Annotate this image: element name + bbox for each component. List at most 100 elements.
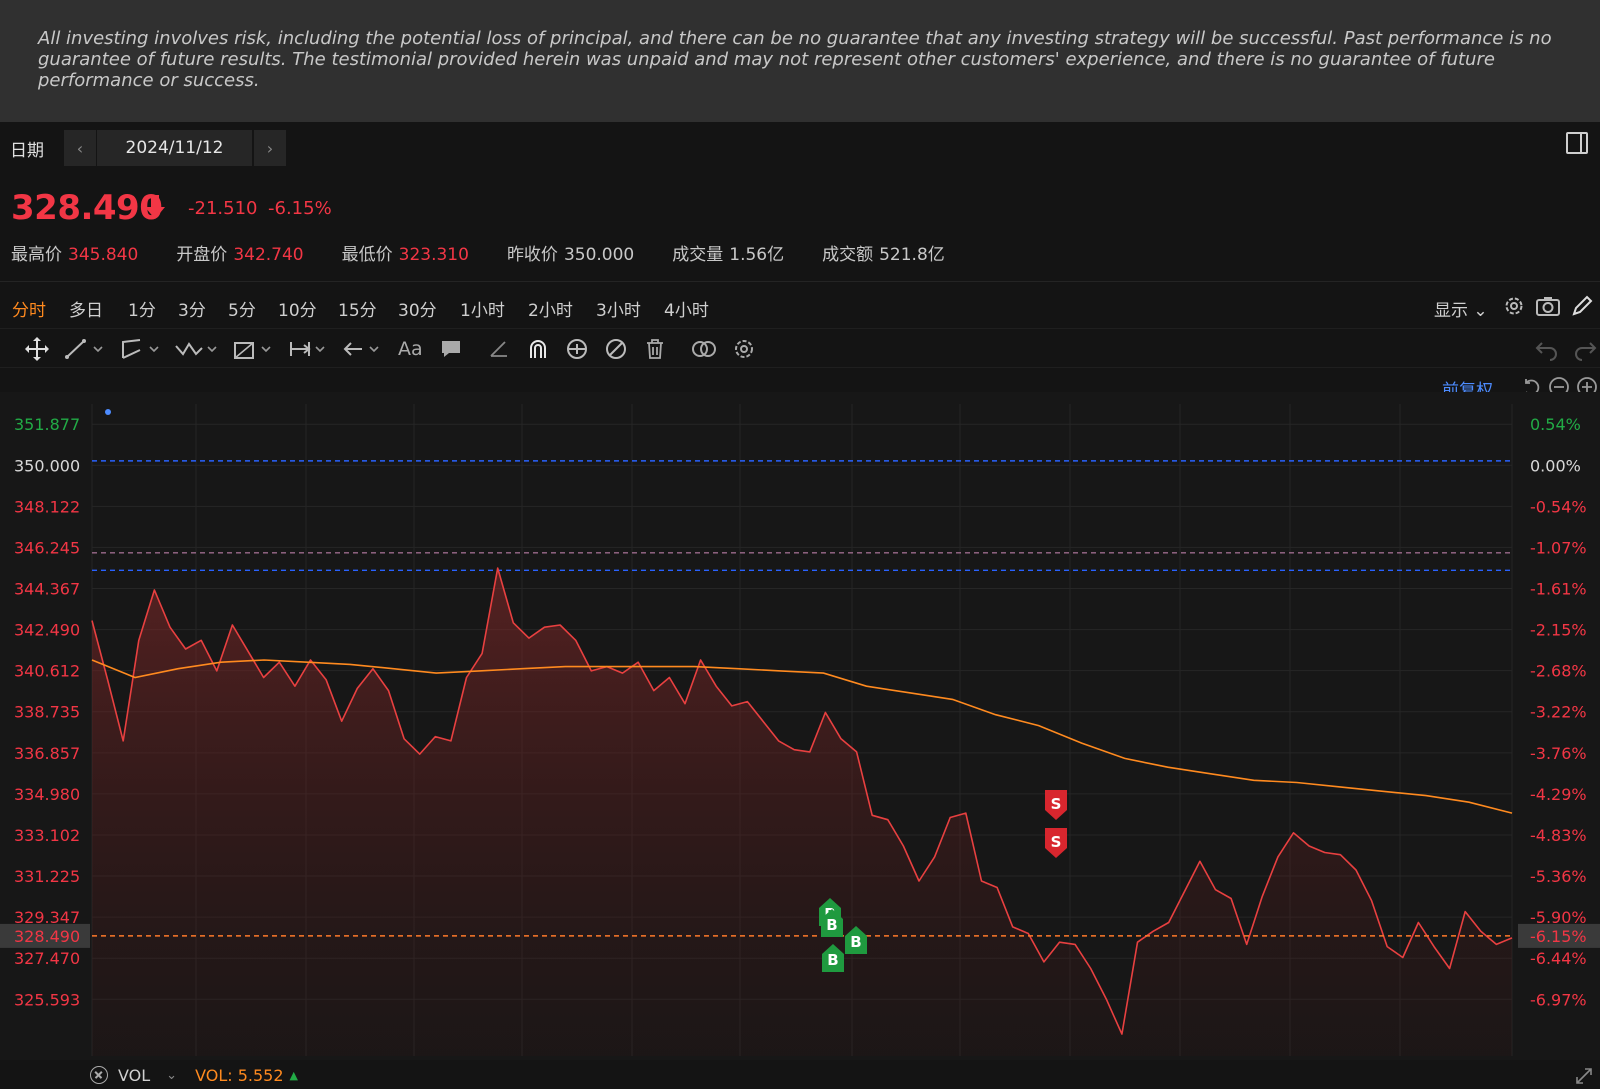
undo-icon[interactable] [1534, 337, 1560, 361]
quote-stats: 最高价 345.840 开盘价 342.740 最低价 323.310 昨收价 350.… [11, 240, 983, 265]
tab-1min[interactable]: 1分 [128, 296, 156, 321]
stat-open: 开盘价 342.740 [176, 245, 304, 265]
drawing-toolbar: Aa [0, 328, 1600, 368]
y-tick-left: 342.490 [14, 621, 80, 640]
stat-low: 最低价 323.310 [341, 245, 469, 265]
y-tick-right: -3.76% [1530, 744, 1587, 763]
current-pct-label: -6.15% [1530, 927, 1587, 946]
camera-icon[interactable] [1535, 295, 1561, 317]
y-tick-right: -1.61% [1530, 580, 1587, 599]
y-tick-left: 334.980 [14, 785, 80, 804]
last-price: 328.490 [11, 188, 163, 228]
svg-text:B: B [850, 933, 861, 951]
y-tick-right: 0.54% [1530, 415, 1581, 434]
next-date-button[interactable]: › [254, 130, 286, 166]
hide-drawings-icon[interactable] [604, 336, 628, 362]
stat-turnover: 成交额 521.8亿 [822, 245, 945, 265]
y-tick-right: -1.07% [1530, 538, 1587, 557]
y-tick-left: 327.470 [14, 949, 80, 968]
up-triangle-icon: ▲ [289, 1068, 298, 1082]
y-tick-right: -2.68% [1530, 662, 1587, 681]
period-tabs: 分时 多日 1分 3分 5分 10分 15分 30分 1小时 2小时 3小时 4… [0, 290, 1600, 326]
close-indicator-icon[interactable] [90, 1066, 108, 1084]
indicator-name[interactable]: VOL [118, 1066, 150, 1085]
price-change-percent: -6.15% [268, 198, 332, 219]
pattern-tool-icon[interactable] [174, 336, 220, 362]
volume-indicator-bar: VOL ⌄ VOL: 5.552 ▲ [90, 1064, 298, 1086]
compare-icon[interactable] [690, 336, 718, 362]
y-tick-right: -6.97% [1530, 990, 1587, 1009]
current-price-label: 328.490 [14, 927, 80, 946]
previous-date-button[interactable]: ‹ [64, 130, 96, 166]
tab-5min[interactable]: 5分 [228, 296, 256, 321]
svg-text:B: B [826, 916, 837, 934]
tab-30min[interactable]: 30分 [398, 296, 437, 321]
channel-tool-icon[interactable] [120, 336, 162, 362]
y-tick-left: 338.735 [14, 703, 80, 722]
tab-10min[interactable]: 10分 [278, 296, 317, 321]
date-picker[interactable]: 2024/11/12 [97, 130, 252, 166]
svg-text:S: S [1051, 833, 1062, 851]
disclaimer-banner: All investing involves risk, including t… [0, 0, 1600, 122]
y-tick-right: 0.00% [1530, 456, 1581, 475]
display-menu[interactable]: 显示 ⌄ [1434, 296, 1488, 321]
magnet-icon[interactable] [526, 336, 550, 362]
tab-1hour[interactable]: 1小时 [460, 296, 505, 321]
y-tick-right: -3.22% [1530, 703, 1587, 722]
price-change: -21.510 [188, 198, 258, 219]
down-arrow-icon [145, 195, 165, 219]
intraday-price-chart[interactable]: 351.877 350.000 348.122 346.245 344.367 342.4… [0, 392, 1600, 1060]
lock-drawings-icon[interactable] [564, 336, 590, 362]
ruler-angle-icon[interactable] [488, 336, 510, 362]
expand-icon[interactable] [1574, 1066, 1594, 1086]
stat-high: 最高价 345.840 [11, 245, 139, 265]
y-tick-left: 331.225 [14, 867, 80, 886]
tab-intraday[interactable]: 分时 [12, 296, 46, 321]
comment-icon[interactable] [440, 336, 462, 362]
stat-prev-close: 昨收价 350.000 [506, 245, 635, 265]
side-panel-icon[interactable] [1566, 132, 1588, 154]
pencil-icon[interactable] [1570, 294, 1594, 318]
arrow-tool-icon[interactable] [342, 336, 384, 362]
tab-2hour[interactable]: 2小时 [528, 296, 573, 321]
y-tick-left: 340.612 [14, 662, 80, 681]
redo-icon[interactable] [1572, 337, 1598, 361]
y-tick-left: 325.593 [14, 990, 80, 1009]
y-tick-left: 351.877 [14, 415, 80, 434]
disclaimer-text: All investing involves risk, including t… [38, 28, 1552, 91]
y-tick-right: -5.36% [1530, 867, 1587, 886]
y-tick-left: 348.122 [14, 497, 80, 516]
chevron-down-icon[interactable]: ⌄ [166, 1068, 177, 1083]
y-tick-right: -0.54% [1530, 497, 1587, 516]
y-tick-right: -6.44% [1530, 949, 1587, 968]
stat-volume: 成交量 1.56亿 [672, 245, 785, 265]
date-bar: 日期 ‹ 2024/11/12 › [0, 122, 1600, 170]
tab-3hour[interactable]: 3小时 [596, 296, 641, 321]
svg-text:B: B [827, 951, 838, 969]
y-tick-left: 344.367 [14, 580, 80, 599]
y-tick-right: -2.15% [1530, 621, 1587, 640]
start-marker-dot [105, 409, 111, 415]
y-tick-right: -4.83% [1530, 826, 1587, 845]
trend-line-icon[interactable] [64, 336, 106, 362]
delete-drawings-icon[interactable] [644, 336, 666, 362]
settings-icon[interactable] [1502, 294, 1526, 318]
tab-multi-day[interactable]: 多日 [69, 296, 103, 321]
y-tick-left: 350.000 [14, 456, 80, 475]
y-tick-right: -4.29% [1530, 785, 1587, 804]
tab-4hour[interactable]: 4小时 [664, 296, 709, 321]
tab-3min[interactable]: 3分 [178, 296, 206, 321]
volume-value: VOL: 5.552 [195, 1065, 284, 1085]
chart-settings-icon[interactable] [732, 336, 756, 362]
text-tool-icon[interactable]: Aa [398, 336, 423, 362]
svg-text:S: S [1051, 795, 1062, 813]
measure-tool-icon[interactable] [232, 336, 274, 362]
quote-header: 328.490 -21.510 -6.15% 最高价 345.840 开盘价 342… [0, 170, 1600, 282]
crosshair-move-icon[interactable] [24, 336, 50, 362]
y-tick-left: 333.102 [14, 826, 80, 845]
date-label: 日期 [10, 141, 44, 161]
range-tool-icon[interactable] [288, 336, 330, 362]
y-tick-left: 336.857 [14, 744, 80, 763]
tab-15min[interactable]: 15分 [338, 296, 377, 321]
y-tick-left: 346.245 [14, 538, 80, 557]
